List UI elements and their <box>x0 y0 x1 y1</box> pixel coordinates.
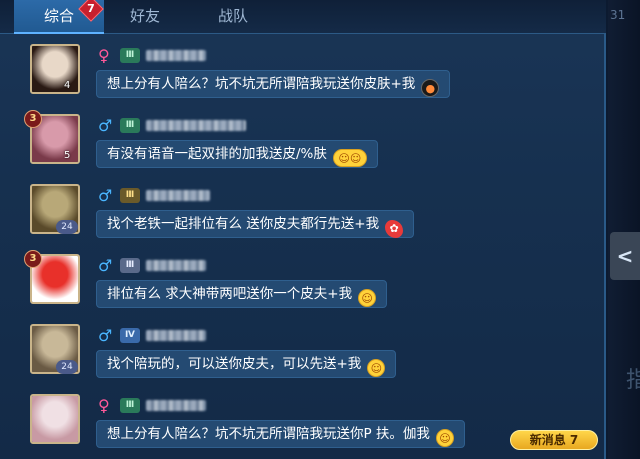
blurred-username[interactable] <box>146 50 206 61</box>
chat-message: 3 5 ♂ Ⅲ 有没有语音一起双排的加我送皮/%肤 ☺☺ <box>0 110 606 182</box>
message-text: 想上分有人陪么？坑不坑无所谓陪我玩送你皮肤+我 <box>107 76 416 92</box>
level-badge: 3 <box>24 110 42 128</box>
corner-number: 31 <box>610 8 626 22</box>
avatar[interactable] <box>30 44 80 94</box>
chat-message: 3 ♂ Ⅲ 排位有么 求大神带两吧送你一个皮夫+我 ☺ <box>0 250 606 322</box>
blurred-username[interactable] <box>146 330 206 341</box>
smile-emoji-icon: ☺☺ <box>332 149 367 167</box>
avatar-number: 4 <box>64 80 71 91</box>
message-text: 找个老铁一起排位有么 送你皮夫都行先送+我 <box>107 216 380 232</box>
avatar-image <box>32 46 78 92</box>
avatar-image <box>32 396 78 442</box>
message-bubble[interactable]: 想上分有人陪么？坑不坑无所谓陪我玩送你皮肤+我 ● <box>96 70 451 98</box>
new-messages-button[interactable]: 新消息 7 <box>510 430 598 450</box>
male-gender-icon: ♂ <box>98 326 113 345</box>
male-gender-icon: ♂ <box>98 256 113 275</box>
rank-icon: Ⅲ <box>120 258 140 273</box>
message-text: 找个陪玩的，可以送你皮夫，可以先送+我 <box>107 356 362 372</box>
avatar-badge: 24 <box>56 360 78 374</box>
expand-arrow-button[interactable]: < <box>610 232 640 280</box>
rank-icon: Ⅲ <box>120 48 140 63</box>
male-gender-icon: ♂ <box>98 186 113 205</box>
rank-icon: Ⅲ <box>120 118 140 133</box>
chat-panel: 综合 7 好友 战队 4 ♀ Ⅲ 想上分有人陪么？坑不坑无所谓陪我玩送你皮肤+我 ● 3 5… <box>0 0 606 459</box>
avatar-number: 5 <box>64 150 71 161</box>
smirk-emoji-icon: ☺ <box>367 359 386 377</box>
female-gender-icon: ♀ <box>98 46 110 65</box>
level-badge: 3 <box>24 250 42 268</box>
message-bubble[interactable]: 有没有语音一起双排的加我送皮/%肤 ☺☺ <box>96 140 378 168</box>
avatar-badge: 24 <box>56 220 78 234</box>
smirk-emoji-icon: ☺ <box>358 289 377 307</box>
message-text: 排位有么 求大神带两吧送你一个皮夫+我 <box>107 286 353 302</box>
edge-text-fragment: 指 <box>626 368 640 393</box>
blurred-username[interactable] <box>146 260 206 271</box>
unread-badge-count: 7 <box>87 2 95 15</box>
avatar[interactable] <box>30 394 80 444</box>
new-messages-label: 新消息 <box>529 433 566 447</box>
chat-message: ♀ Ⅲ 想上分有人陪么？坑不坑无所谓陪我玩送你P 扶。伽我 ☺ <box>0 394 606 459</box>
message-bubble[interactable]: 找个老铁一起排位有么 送你皮夫都行先送+我 ✿ <box>96 210 415 238</box>
rank-icon: Ⅲ <box>120 398 140 413</box>
chat-message: 24 ♂ Ⅳ 找个陪玩的，可以送你皮夫，可以先送+我 ☺ <box>0 324 606 392</box>
blurred-username[interactable] <box>146 120 246 131</box>
blurred-username[interactable] <box>146 400 206 411</box>
message-bubble[interactable]: 想上分有人陪么？坑不坑无所谓陪我玩送你P 扶。伽我 ☺ <box>96 420 465 448</box>
rank-icon: Ⅲ <box>120 188 140 203</box>
message-text: 有没有语音一起双排的加我送皮/%肤 <box>107 146 327 162</box>
new-messages-count: 7 <box>569 433 579 447</box>
thinking-emoji-icon: ☺ <box>435 429 454 447</box>
male-gender-icon: ♂ <box>98 116 113 135</box>
tab-team[interactable]: 战队 <box>188 0 278 34</box>
chat-message: 24 ♂ Ⅲ 找个老铁一起排位有么 送你皮夫都行先送+我 ✿ <box>0 184 606 252</box>
bomb-emoji-icon: ● <box>421 79 440 97</box>
message-bubble[interactable]: 排位有么 求大神带两吧送你一个皮夫+我 ☺ <box>96 280 388 308</box>
chat-message: 4 ♀ Ⅲ 想上分有人陪么？坑不坑无所谓陪我玩送你皮肤+我 ● <box>0 44 606 112</box>
chat-tab-bar: 综合 7 好友 战队 <box>0 0 606 34</box>
tab-friends[interactable]: 好友 <box>100 0 190 34</box>
rose-emoji-icon: ✿ <box>385 220 404 238</box>
message-bubble[interactable]: 找个陪玩的，可以送你皮夫，可以先送+我 ☺ <box>96 350 397 378</box>
message-text: 想上分有人陪么？坑不坑无所谓陪我玩送你P 扶。伽我 <box>107 426 430 442</box>
female-gender-icon: ♀ <box>98 396 110 415</box>
rank-icon: Ⅳ <box>120 328 140 343</box>
blurred-username[interactable] <box>146 190 210 201</box>
